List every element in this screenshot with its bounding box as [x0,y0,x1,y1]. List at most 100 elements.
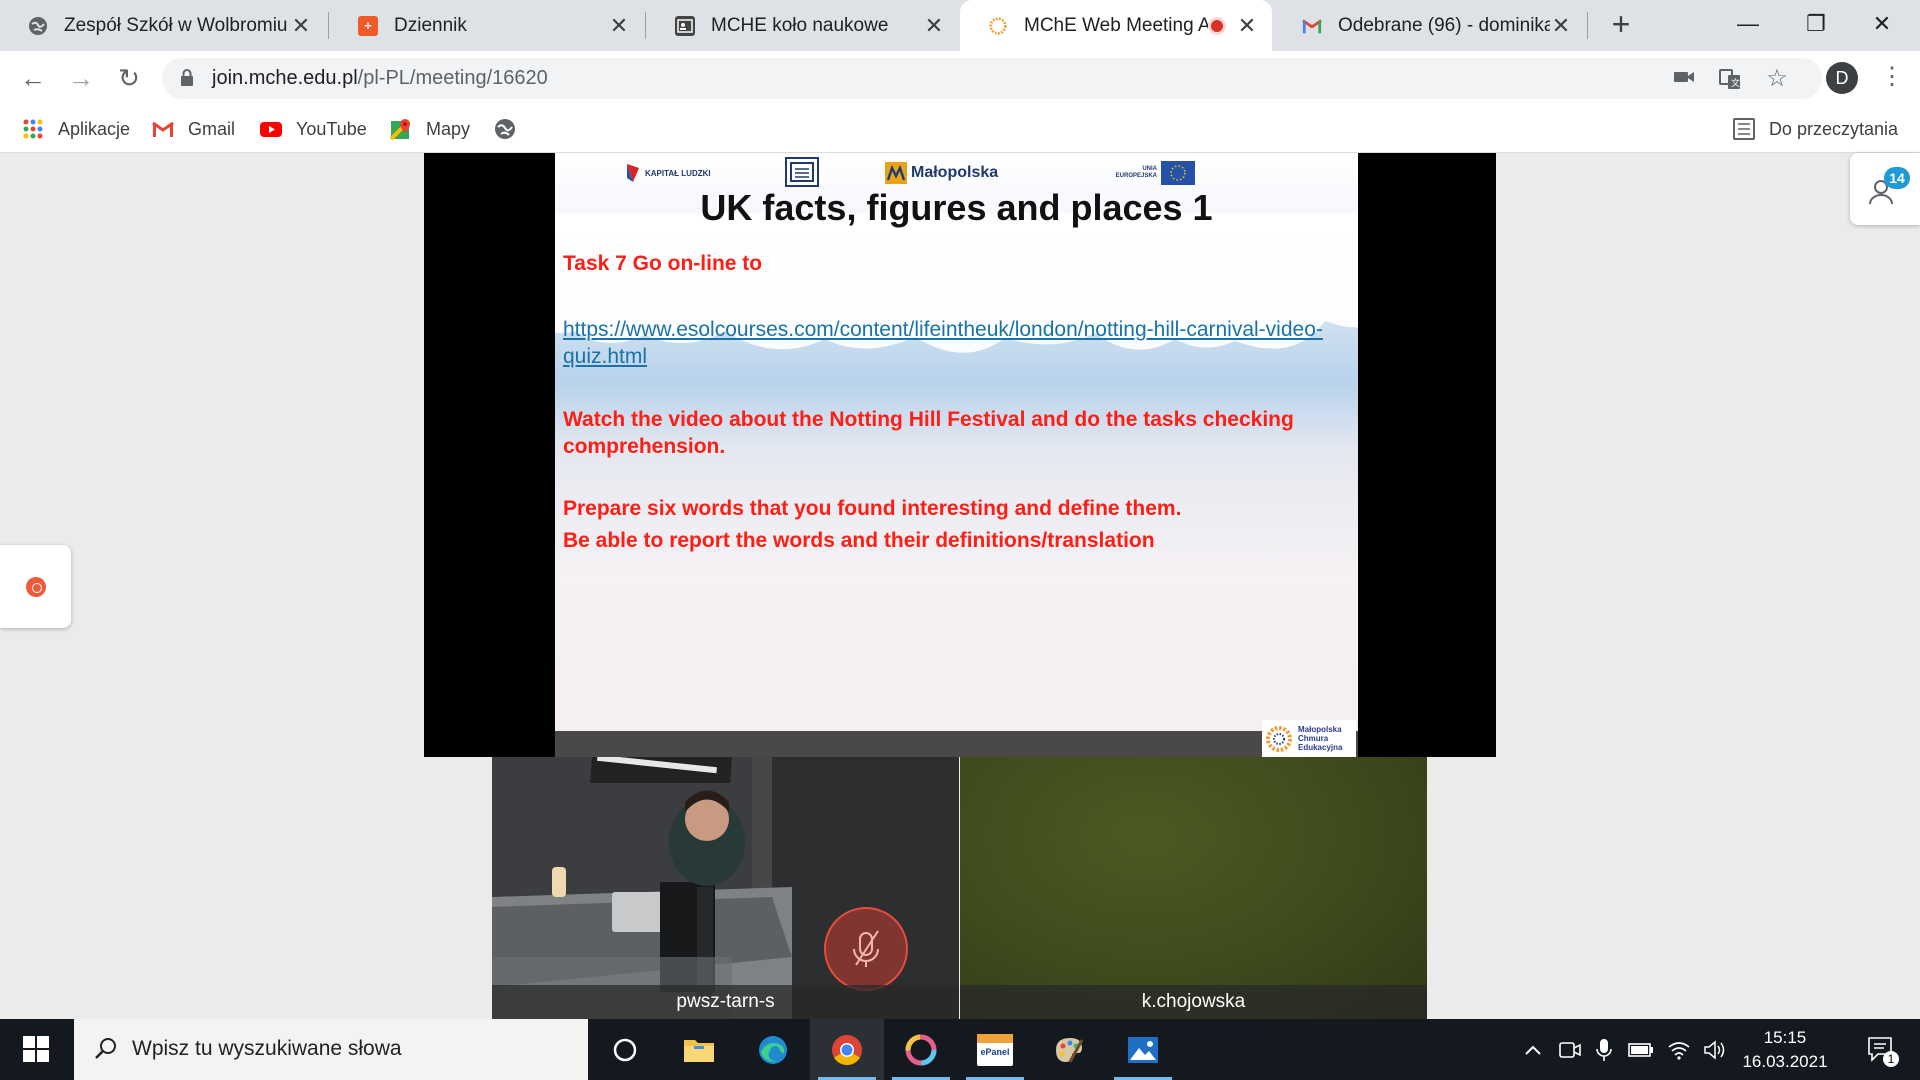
back-button[interactable]: ← [16,61,50,95]
tab-title: MCHE koło naukowe [711,14,889,36]
clock-time: 15:15 [1763,1028,1807,1047]
clock-date: 16.03.2021 [1742,1052,1828,1071]
bookmark-label: Mapy [426,118,471,139]
record-icon [26,577,46,597]
volume-icon[interactable] [1700,1019,1730,1080]
tab-title: MChE Web Meeting Ap [1024,14,1208,36]
tab-separator [1587,12,1588,39]
menu-icon[interactable]: ⋮ [1880,62,1904,94]
taskbar-search[interactable]: Wpisz tu wyszukiwane słowa [74,1019,588,1080]
paint-button[interactable] [1032,1019,1106,1080]
bookmarks-bar: Aplikacje Gmail YouTube Mapy Do przeczyt… [0,105,1920,153]
windows-taskbar: Wpisz tu wyszukiwane słowa ePanel 15:15 … [0,1019,1920,1080]
new-tab-button[interactable]: + [1604,6,1638,43]
slide-line-2: Be able to report the words and their de… [563,529,1155,552]
bookmark-star-icon[interactable]: ☆ [1765,67,1789,91]
file-explorer-button[interactable] [662,1019,736,1080]
slide-instruction: Watch the video about the Notting Hill F… [563,408,1294,458]
paint-3d-button[interactable] [884,1019,958,1080]
participants-button[interactable]: 14 [1850,153,1920,225]
bookmark-gmail[interactable]: Gmail [152,115,235,143]
reload-button[interactable]: ↻ [112,61,146,95]
tab-strip: Zespół Szkół w Wolbromiu ✕ + Dziennik ✕ … [0,0,1920,51]
close-icon[interactable]: ✕ [608,13,630,39]
bookmark-aplikacje[interactable]: Aplikacje [22,115,130,143]
url-host: join.mche.edu.pl [212,67,358,89]
close-window-button[interactable]: ✕ [1852,4,1912,44]
tab-mche-kolo[interactable]: MCHE koło naukowe ✕ [647,0,959,51]
lock-icon [181,69,193,86]
browser-toolbar: ← → ↻ join.mche.edu.pl/pl-PL/meeting/166… [0,51,1920,105]
address-bar[interactable]: join.mche.edu.pl/pl-PL/meeting/16620 文 ☆ [162,58,1822,99]
apps-grid-icon [22,118,44,140]
mche-logo-text: Małopolska Chmura Edukacyjna [1298,725,1342,752]
profile-avatar[interactable]: D [1826,62,1858,94]
forward-button[interactable]: → [64,61,98,95]
restore-button[interactable]: ❐ [1786,4,1846,44]
bookmark-globe[interactable] [494,115,530,143]
taskbar-clock[interactable]: 15:15 16.03.2021 [1740,1026,1830,1074]
record-button[interactable] [0,545,71,628]
bookmark-youtube[interactable]: YouTube [260,115,367,143]
muted-mic-button[interactable] [824,907,908,991]
epanel-label: ePanel [980,1046,1010,1057]
close-icon[interactable]: ✕ [1550,13,1572,39]
kapital-ludzki-logo: KAPITAŁ LUDZKI [625,161,711,185]
close-icon[interactable]: ✕ [923,13,945,39]
notification-count: 1 [1883,1051,1899,1067]
tab-gmail[interactable]: Odebrane (96) - dominikal ✕ [1274,0,1586,51]
epanel-icon: ePanel [977,1033,1013,1066]
tab-title: Dziennik [394,14,467,36]
slide-footer-bar [555,731,1358,757]
school-crest-logo [785,157,819,187]
bookmark-label: Aplikacje [58,118,131,139]
reading-list-icon [1732,118,1755,140]
logo-text: UNIA EUROPEJSKA [1115,166,1157,179]
mche-footer-logo: Małopolska Chmura Edukacyjna [1262,720,1356,757]
notifications-button[interactable]: 1 [1856,1019,1906,1080]
epanel-button[interactable]: ePanel [958,1019,1032,1080]
logo-line: Małopolska [1298,725,1342,734]
screen-share: KAPITAŁ LUDZKI Małopolska UNIA EUROPEJSK… [424,153,1496,757]
eu-logo: UNIA EUROPEJSKA [1103,161,1195,185]
participant-video-2[interactable]: k.chojowska [960,757,1427,1019]
translate-icon[interactable]: 文 [1718,68,1742,90]
bookmark-mapy[interactable]: Mapy [389,115,471,143]
minimize-button[interactable]: — [1718,4,1778,44]
meet-now-icon[interactable] [1556,1019,1584,1080]
paint-3d-icon [905,1034,937,1065]
globe-icon [494,118,516,140]
photos-button[interactable] [1106,1019,1180,1080]
tab-separator [328,12,329,39]
tab-dziennik[interactable]: + Dziennik ✕ [330,0,644,51]
recording-indicator-icon [1208,16,1226,35]
gmail-icon [1302,16,1322,36]
close-icon[interactable]: ✕ [290,13,312,39]
url-path: /pl-PL/meeting/16620 [357,67,548,89]
participant-video-1[interactable]: pwsz-tarn-s [492,757,959,1019]
tab-zespol-szkol[interactable]: Zespół Szkół w Wolbromiu ✕ [0,0,326,51]
windows-logo-icon [23,1036,49,1062]
logo-text: KAPITAŁ LUDZKI [645,168,711,178]
microphone-icon[interactable] [1590,1019,1618,1080]
tab-mche-web-meeting[interactable]: MChE Web Meeting Ap ✕ [960,0,1272,51]
wifi-icon[interactable] [1664,1019,1694,1080]
slide-link[interactable]: https://www.esolcourses.com/content/life… [563,316,1323,370]
close-icon[interactable]: ✕ [1236,13,1258,39]
youtube-icon [260,118,282,140]
start-button[interactable] [0,1019,72,1080]
camera-icon[interactable] [1672,68,1696,90]
chrome-button[interactable] [810,1019,884,1080]
edge-button[interactable] [736,1019,810,1080]
chrome-icon [832,1034,862,1065]
show-hidden-icons-button[interactable] [1518,1019,1548,1080]
tab-separator [645,12,646,39]
maps-icon [389,118,412,141]
reading-list-button[interactable]: Do przeczytania [1732,115,1898,143]
tab-title: Odebrane (96) - dominikal [1338,14,1550,36]
battery-icon[interactable] [1626,1019,1656,1080]
edge-icon [759,1035,787,1064]
task-view-button[interactable] [588,1019,662,1080]
logo-line: Edukacyjna [1298,743,1343,752]
participant-name: k.chojowska [960,985,1427,1019]
